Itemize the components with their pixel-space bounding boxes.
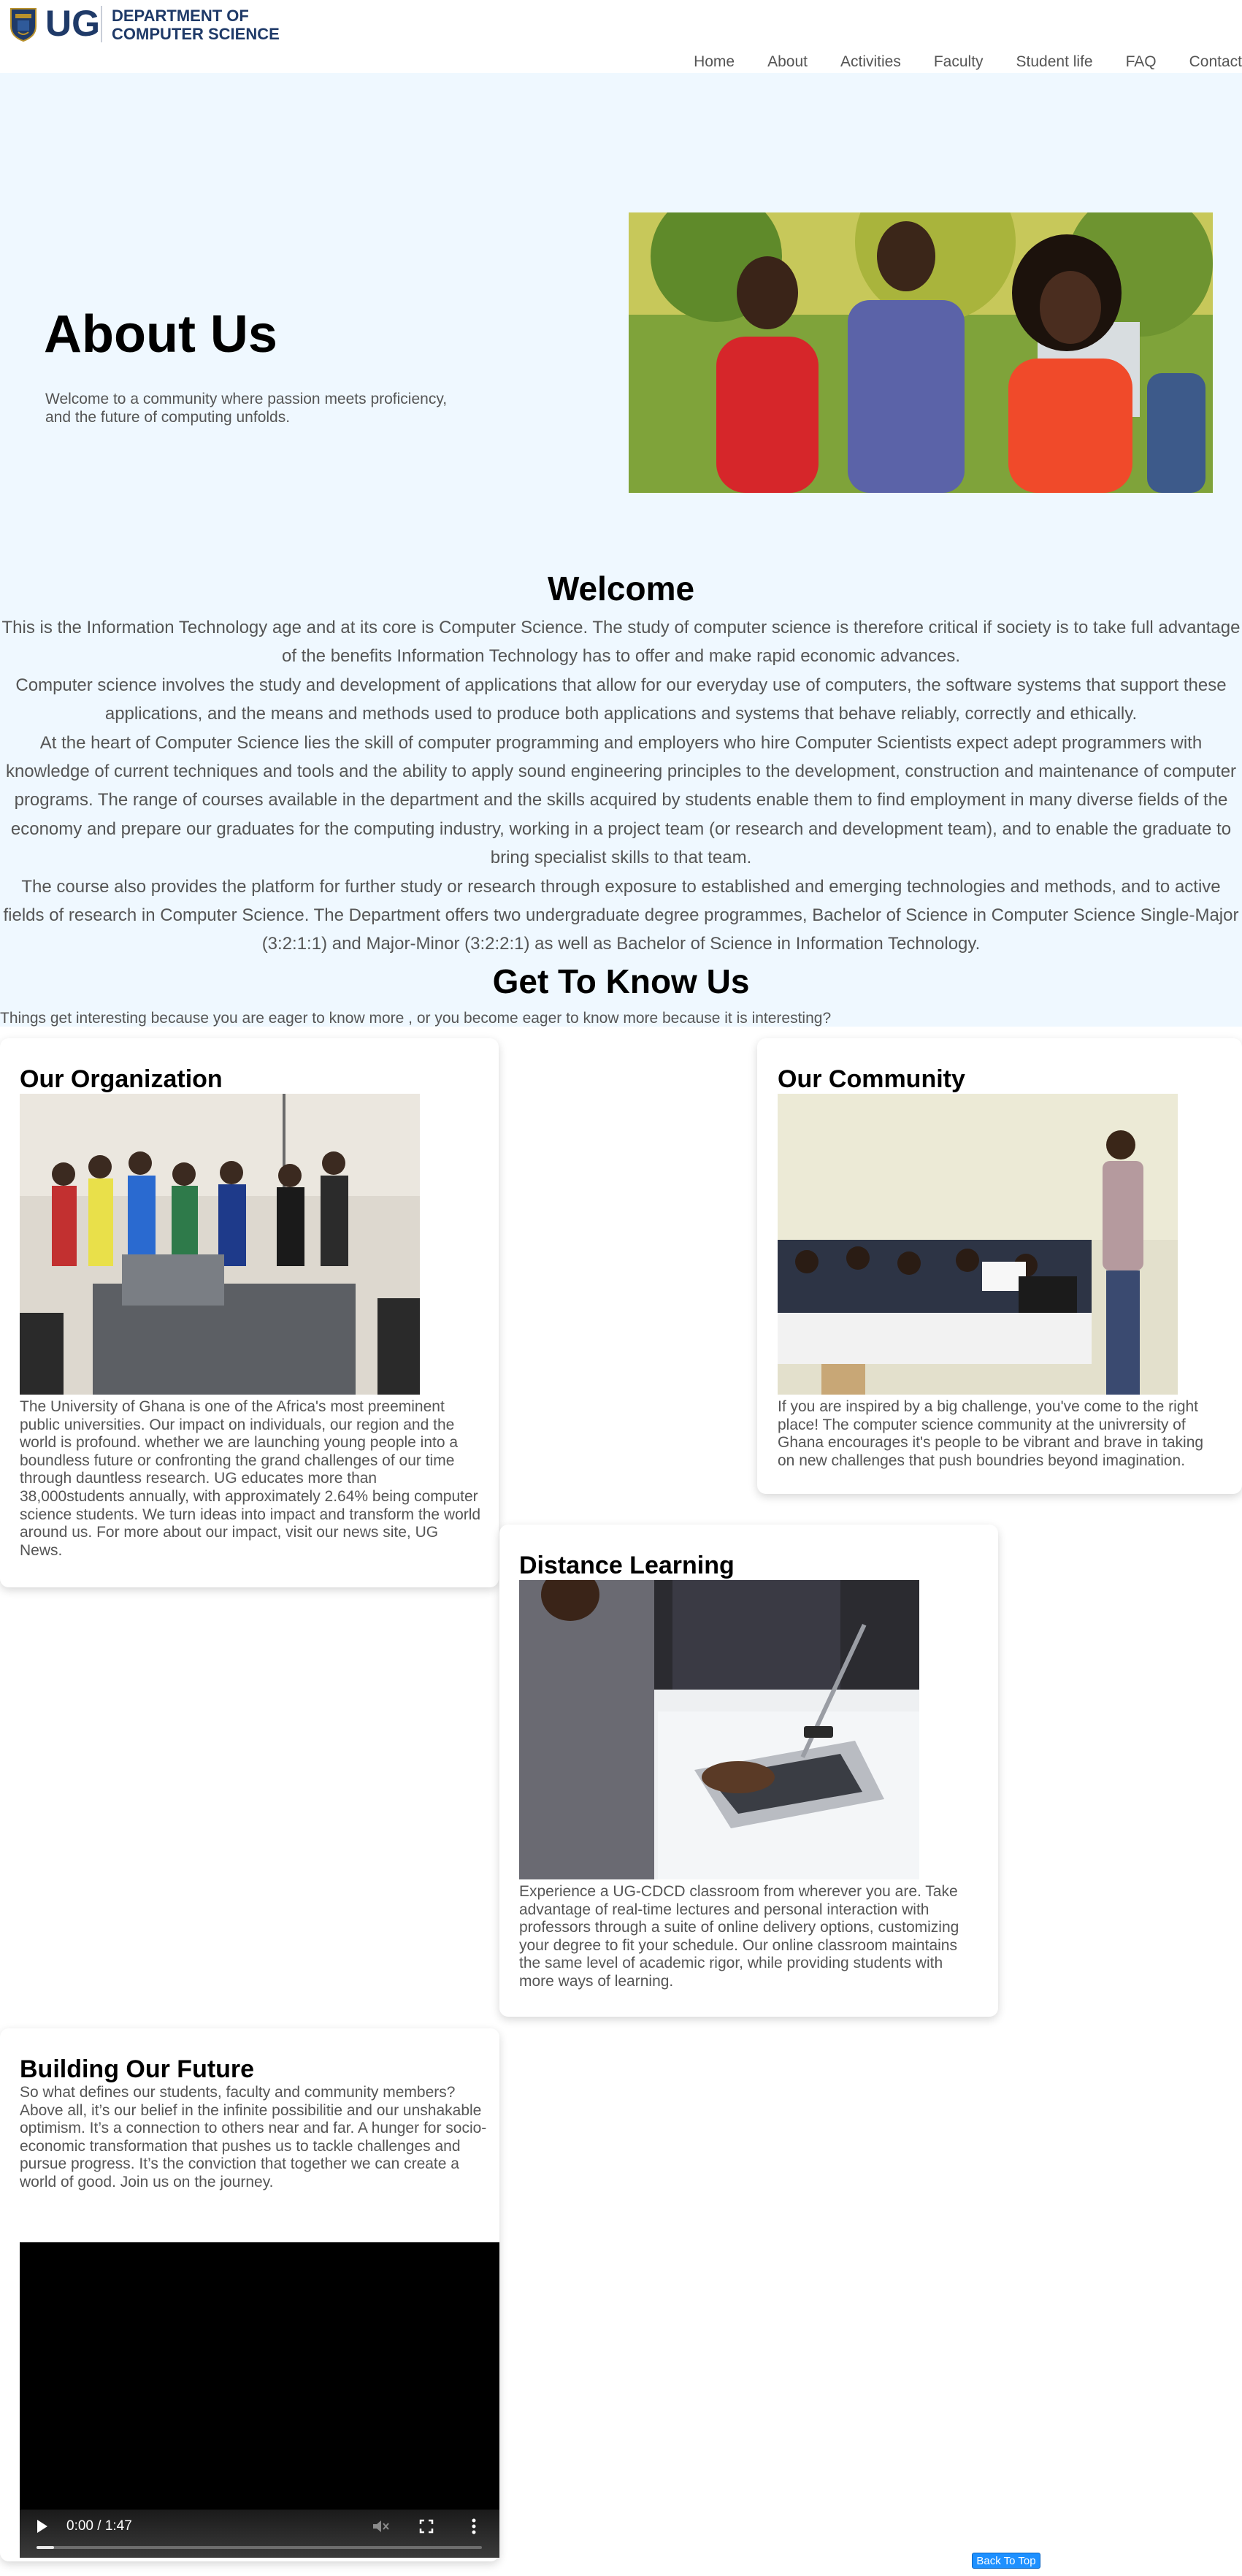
back-to-top-button[interactable]: Back To Top <box>972 2553 1040 2569</box>
card-distance-learning: Distance Learning Experience a UG-CDCD c… <box>499 1525 998 2017</box>
video-progress-track[interactable] <box>37 2546 482 2549</box>
distance-learning-photo <box>519 1580 919 1879</box>
department-name-line2: COMPUTER SCIENCE <box>112 25 280 43</box>
nav-about[interactable]: About <box>767 51 808 73</box>
card-text: So what defines our students, faculty an… <box>20 2084 487 2190</box>
get-to-know-subtitle: Things get interesting because you are e… <box>0 1010 832 1027</box>
nav-contact[interactable]: Contact <box>1189 51 1242 73</box>
card-title: Building Our Future <box>20 2055 255 2083</box>
fullscreen-icon[interactable] <box>419 2519 434 2534</box>
organization-group-photo <box>20 1094 420 1395</box>
card-text: If you are inspired by a big challenge, … <box>778 1398 1204 1469</box>
logo-wordmark[interactable]: UG <box>45 1 100 45</box>
site-header: UG DEPARTMENT OF COMPUTER SCIENCE Home A… <box>0 0 1242 73</box>
card-title: Distance Learning <box>519 1552 735 1579</box>
get-to-know-heading: Get To Know Us <box>492 962 750 1000</box>
hero-subtitle: Welcome to a community where passion mee… <box>45 391 448 426</box>
volume-muted-icon[interactable] <box>372 2519 389 2534</box>
video-time: 0:00 / 1:47 <box>66 2518 132 2534</box>
card-text: Experience a UG-CDCD classroom from wher… <box>519 1883 959 1990</box>
video-player[interactable]: 0:00 / 1:47 <box>20 2242 499 2558</box>
welcome-heading: Welcome <box>547 570 695 607</box>
card-title: Our Community <box>778 1065 965 1093</box>
department-name: DEPARTMENT OF COMPUTER SCIENCE <box>112 7 280 43</box>
nav-faculty[interactable]: Faculty <box>934 51 984 73</box>
nav-student-life[interactable]: Student life <box>1016 51 1093 73</box>
department-name-line1: DEPARTMENT OF <box>112 7 249 25</box>
community-classroom-photo <box>778 1094 1178 1395</box>
nav-activities[interactable]: Activities <box>840 51 901 73</box>
card-title: Our Organization <box>20 1065 223 1093</box>
page-title: About Us <box>44 305 277 364</box>
play-icon[interactable] <box>37 2520 47 2533</box>
video-progress-fill <box>37 2546 55 2549</box>
card-our-community: Our Community If you are inspired by a b… <box>757 1038 1242 1494</box>
more-vert-icon[interactable] <box>472 2518 476 2534</box>
welcome-paragraph: At the heart of Computer Science lies th… <box>5 732 1237 868</box>
about-hero-section: About Us Welcome to a community where pa… <box>0 73 1242 1027</box>
nav-faq[interactable]: FAQ <box>1126 51 1157 73</box>
logo-divider <box>101 6 102 42</box>
welcome-paragraph: This is the Information Technology age a… <box>1 618 1241 667</box>
welcome-paragraph: Computer science involves the study and … <box>15 675 1227 724</box>
nav-home[interactable]: Home <box>694 51 735 73</box>
welcome-body: This is the Information Technology age a… <box>0 613 1242 959</box>
video-controls: 0:00 / 1:47 <box>20 2510 499 2558</box>
card-text: The University of Ghana is one of the Af… <box>20 1398 481 1559</box>
main-nav: Home About Activities Faculty Student li… <box>694 51 1242 73</box>
welcome-paragraph: The course also provides the platform fo… <box>3 876 1239 954</box>
hero-students-photo <box>629 212 1213 493</box>
card-our-organization: Our Organization The University of Ghana… <box>0 1038 499 1587</box>
ug-crest-icon[interactable] <box>9 6 38 42</box>
